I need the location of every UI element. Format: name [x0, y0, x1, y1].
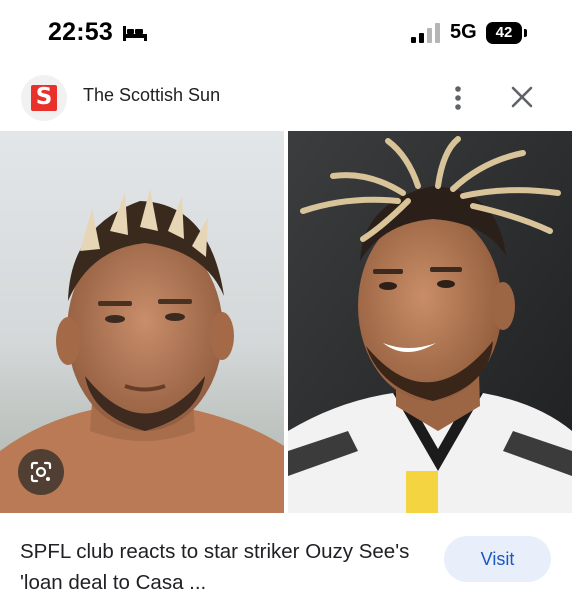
visit-button[interactable]: Visit: [444, 536, 551, 582]
google-lens-icon: [30, 461, 52, 483]
source-name[interactable]: The Scottish Sun: [83, 85, 220, 106]
source-logo-letter: S: [35, 84, 53, 110]
signal-icon: [411, 23, 440, 43]
more-vert-icon[interactable]: [446, 82, 470, 114]
network-type: 5G: [450, 21, 477, 43]
right-photo[interactable]: [288, 131, 572, 513]
status-bar: 22:53 5G 42: [0, 0, 572, 66]
bed-icon: [123, 26, 147, 41]
close-icon[interactable]: [509, 84, 535, 110]
google-lens-button[interactable]: [18, 449, 64, 495]
battery-icon: 42: [486, 22, 528, 44]
status-time: 22:53: [48, 18, 113, 46]
article-footer: SPFL club reacts to star striker Ouzy Se…: [0, 516, 572, 600]
source-header: S The Scottish Sun: [0, 70, 572, 126]
article-headline[interactable]: SPFL club reacts to star striker Ouzy Se…: [20, 536, 440, 598]
source-logo: S: [21, 75, 67, 121]
battery-level: 42: [495, 24, 513, 41]
image-preview[interactable]: [0, 131, 572, 513]
